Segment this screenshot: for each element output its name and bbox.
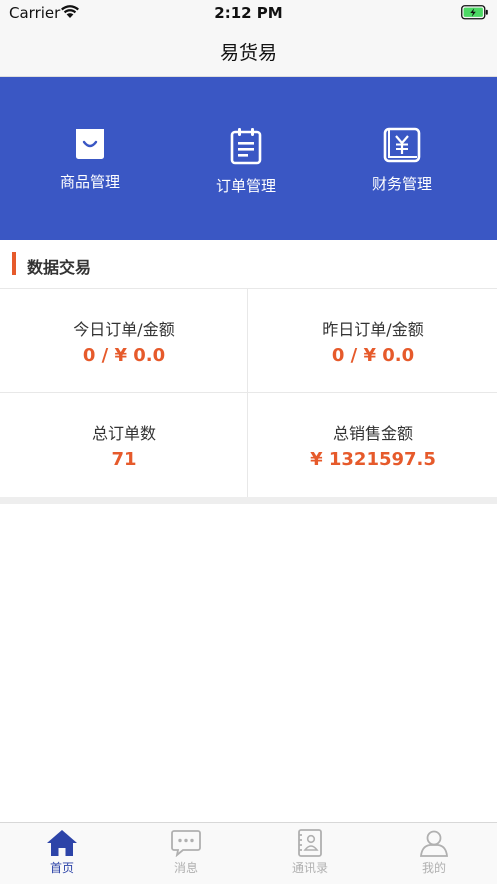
- stat-total-sales: 总销售金额 ¥ 1321597.5: [249, 393, 497, 496]
- shopping-bag-icon: [7, 127, 173, 161]
- contacts-icon: [248, 829, 372, 857]
- order-management-button[interactable]: 订单管理: [163, 127, 329, 207]
- home-icon: [0, 829, 124, 857]
- stat-yesterday-label: 昨日订单/金额: [322, 320, 424, 339]
- tab-home[interactable]: 首页: [0, 829, 124, 881]
- message-icon: [124, 829, 248, 857]
- stat-yesterday-value: 0 / ¥ 0.0: [331, 345, 415, 366]
- status-time: 2:12 PM: [214, 4, 283, 22]
- management-banner: 商品管理 订单管理 财务管理: [0, 77, 497, 240]
- finance-management-button[interactable]: 财务管理: [319, 127, 485, 207]
- stat-today-label: 今日订单/金额: [73, 320, 175, 339]
- tab-profile-label: 我的: [421, 861, 446, 875]
- status-bar: Carrier 2:12 PM: [0, 0, 497, 26]
- tab-messages[interactable]: 消息: [124, 829, 248, 881]
- stat-total-orders-label: 总订单数: [91, 424, 156, 443]
- stat-total-sales-value: ¥ 1321597.5: [310, 449, 436, 470]
- section-title: 数据交易: [27, 258, 92, 277]
- page-title: 易货易: [219, 42, 277, 64]
- user-icon: [372, 829, 496, 857]
- tab-messages-label: 消息: [173, 861, 198, 875]
- stat-today-value: 0 / ¥ 0.0: [82, 345, 166, 366]
- clipboard-icon: [163, 127, 329, 165]
- finance-management-label: 财务管理: [371, 175, 432, 193]
- order-management-label: 订单管理: [215, 177, 276, 195]
- tab-home-label: 首页: [49, 861, 74, 875]
- grid-divider-vertical: [247, 289, 248, 497]
- tab-profile[interactable]: 我的: [372, 829, 496, 881]
- section-header: 数据交易: [0, 240, 497, 289]
- tab-contacts-label: 通讯录: [291, 861, 328, 875]
- grid-divider-horizontal: [0, 392, 497, 393]
- section-accent-bar: [12, 252, 16, 275]
- stat-yesterday: 昨日订单/金额 0 / ¥ 0.0: [249, 289, 497, 392]
- stat-total-orders: 总订单数 71: [0, 393, 248, 496]
- tab-bar: 首页 消息 通讯录 我的: [0, 822, 497, 884]
- battery-icon: [461, 5, 489, 24]
- stat-total-sales-label: 总销售金额: [332, 424, 413, 443]
- stats-grid: 今日订单/金额 0 / ¥ 0.0 昨日订单/金额 0 / ¥ 0.0 总订单数…: [0, 289, 497, 497]
- product-management-button[interactable]: 商品管理: [7, 127, 173, 207]
- yuan-icon: [319, 127, 485, 163]
- product-management-label: 商品管理: [59, 173, 120, 191]
- navigation-bar: 易货易: [0, 26, 497, 77]
- stat-total-orders-value: 71: [111, 449, 137, 470]
- section-separator: [0, 497, 497, 504]
- tab-contacts[interactable]: 通讯录: [248, 829, 372, 881]
- stat-today: 今日订单/金额 0 / ¥ 0.0: [0, 289, 248, 392]
